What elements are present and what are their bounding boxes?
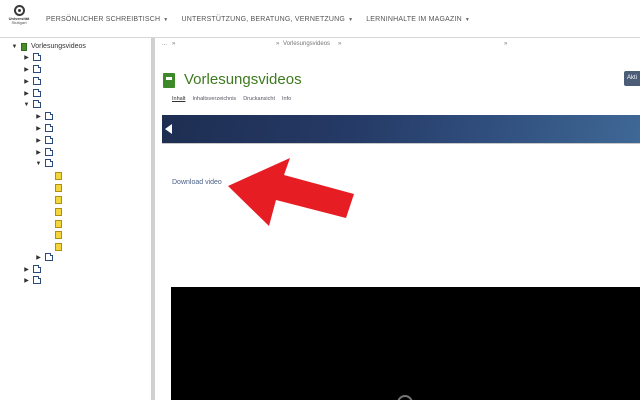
mediacast-icon	[55, 230, 62, 239]
actions-button[interactable]: Akti	[624, 71, 640, 86]
breadcrumb-separator: »	[172, 41, 176, 47]
folder-icon	[33, 99, 41, 108]
learning-module-icon	[163, 73, 175, 88]
play-button-icon[interactable]	[397, 395, 413, 400]
expand-triangle-icon[interactable]: ▶	[22, 77, 31, 86]
breadcrumb-separator: »	[504, 41, 508, 47]
expand-triangle-icon[interactable]: ▶	[22, 65, 31, 74]
folder-icon	[45, 111, 53, 120]
folder-icon	[33, 88, 41, 97]
tree-root[interactable]: ▼ Vorlesungsvideos	[10, 41, 86, 52]
expand-triangle-icon[interactable]: ▶	[22, 276, 31, 285]
tree-folder[interactable]: ▶	[22, 275, 41, 286]
folder-icon	[45, 252, 53, 261]
mediacast-icon	[55, 219, 62, 228]
menu-support-label: UNTERSTÜTZUNG, BERATUNG, VERNETZUNG	[181, 15, 346, 23]
folder-icon	[45, 135, 53, 144]
expand-triangle-icon[interactable]: ▶	[22, 265, 31, 274]
navigation-banner	[162, 115, 640, 143]
panel-splitter[interactable]	[152, 38, 155, 400]
video-player[interactable]	[171, 287, 640, 400]
previous-page-arrow-icon[interactable]	[165, 124, 172, 134]
tree-item[interactable]	[53, 218, 62, 229]
page-title: Vorlesungsvideos	[184, 71, 302, 88]
folder-icon	[33, 275, 41, 284]
folder-icon	[33, 76, 41, 85]
tree-folder[interactable]: ▶	[34, 111, 53, 122]
top-navigation-bar: Universität Stuttgart PERSÖNLICHER SCHRE…	[0, 0, 640, 38]
tree-folder[interactable]: ▶	[22, 64, 41, 75]
download-video-link[interactable]: Download video	[172, 179, 222, 186]
red-arrow-annotation-icon	[228, 158, 354, 226]
menu-repository[interactable]: LERNINHALTE IM MAGAZIN ▼	[366, 16, 470, 23]
tree-folder[interactable]: ▶	[34, 252, 53, 263]
tree-item[interactable]	[53, 170, 62, 181]
mediacast-icon	[55, 242, 62, 251]
tree-folder[interactable]: ▶	[34, 123, 53, 134]
expand-triangle-icon[interactable]: ▶	[34, 136, 43, 145]
learning-module-icon	[21, 42, 27, 51]
breadcrumb-ellipsis[interactable]: ...	[162, 41, 167, 47]
folder-icon	[45, 158, 53, 167]
logo-emblem-icon	[13, 5, 25, 16]
tree-folder[interactable]: ▶	[22, 52, 41, 63]
tree-folder[interactable]: ▶	[34, 135, 53, 146]
mediacast-icon	[55, 207, 62, 216]
folder-icon	[45, 123, 53, 132]
folder-icon	[33, 64, 41, 73]
expand-triangle-icon[interactable]: ▶	[34, 253, 43, 262]
mediacast-icon	[55, 195, 62, 204]
mediacast-icon	[55, 183, 62, 192]
menu-repository-label: LERNINHALTE IM MAGAZIN	[366, 15, 462, 23]
tree-item[interactable]	[53, 241, 62, 252]
breadcrumb: ... » » Vorlesungsvideos » »	[162, 41, 640, 51]
expand-triangle-icon[interactable]: ▶	[22, 53, 31, 62]
tree-folder[interactable]: ▶	[22, 88, 41, 99]
collapse-triangle-icon[interactable]: ▼	[34, 159, 43, 168]
expand-triangle-icon[interactable]: ▶	[34, 112, 43, 121]
tree-folder[interactable]: ▶	[22, 76, 41, 87]
chevron-down-icon: ▼	[348, 16, 354, 23]
expand-triangle-icon[interactable]: ▶	[34, 148, 43, 157]
mediacast-icon	[55, 171, 62, 180]
breadcrumb-separator: »	[338, 41, 342, 47]
tab-table-of-contents[interactable]: Inhaltsverzeichnis	[192, 96, 236, 104]
tree-root-label: Vorlesungsvideos	[31, 43, 86, 50]
chevron-down-icon: ▼	[163, 16, 169, 23]
tab-info[interactable]: Info	[282, 96, 291, 104]
folder-icon	[45, 147, 53, 156]
breadcrumb-separator: »	[276, 41, 280, 47]
menu-personal-desk-label: PERSÖNLICHER SCHREIBTISCH	[46, 15, 161, 23]
collapse-triangle-icon[interactable]: ▼	[10, 42, 19, 51]
tree-item[interactable]	[53, 182, 62, 193]
tab-print-view[interactable]: Druckansicht	[243, 96, 275, 104]
divider	[162, 143, 640, 144]
sub-tabs: Inhalt Inhaltsverzeichnis Druckansicht I…	[172, 96, 298, 104]
main-menu: PERSÖNLICHER SCHREIBTISCH ▼ UNTERSTÜTZUNG…	[46, 0, 483, 38]
logo-line-2: Stuttgart	[11, 20, 27, 25]
collapse-triangle-icon[interactable]: ▼	[22, 100, 31, 109]
tree-folder[interactable]: ▼	[22, 99, 41, 110]
explorer-tree: ▼ Vorlesungsvideos ▶ ▶ ▶ ▶ ▼ ▶ ▶ ▶ ▶ ▼ ▶…	[0, 38, 152, 400]
expand-triangle-icon[interactable]: ▶	[34, 124, 43, 133]
chevron-down-icon: ▼	[464, 16, 471, 23]
tree-folder[interactable]: ▼	[34, 158, 53, 169]
tree-item[interactable]	[53, 229, 62, 240]
tree-item[interactable]	[53, 206, 62, 217]
tree-item[interactable]	[53, 194, 62, 205]
tab-content[interactable]: Inhalt	[172, 96, 185, 104]
expand-triangle-icon[interactable]: ▶	[22, 89, 31, 98]
folder-icon	[33, 264, 41, 273]
university-logo[interactable]: Universität Stuttgart	[4, 5, 34, 35]
menu-personal-desk[interactable]: PERSÖNLICHER SCHREIBTISCH ▼	[46, 16, 168, 23]
tree-folder[interactable]: ▶	[34, 147, 53, 158]
tree-folder[interactable]: ▶	[22, 264, 41, 275]
breadcrumb-current[interactable]: Vorlesungsvideos	[283, 41, 330, 47]
folder-icon	[33, 52, 41, 61]
menu-support[interactable]: UNTERSTÜTZUNG, BERATUNG, VERNETZUNG ▼	[181, 16, 353, 23]
